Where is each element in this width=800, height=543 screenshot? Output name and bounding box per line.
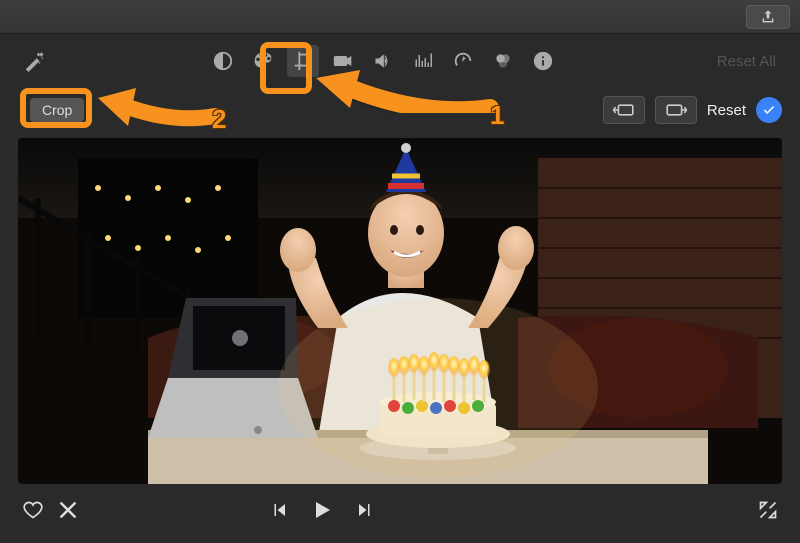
x-icon[interactable] — [58, 500, 78, 520]
camera-icon[interactable] — [327, 45, 359, 77]
play-icon[interactable] — [310, 498, 334, 522]
contrast-icon[interactable] — [207, 45, 239, 77]
rotate-ccw-button[interactable] — [603, 96, 645, 124]
speedometer-icon[interactable] — [447, 45, 479, 77]
palette-icon[interactable] — [247, 45, 279, 77]
apply-checkmark-button[interactable] — [756, 97, 782, 123]
circles-icon[interactable] — [487, 45, 519, 77]
rotate-cw-button[interactable] — [655, 96, 697, 124]
crop-icon[interactable] — [287, 45, 319, 77]
crop-button[interactable]: Crop — [30, 98, 84, 122]
reset-all-button: Reset All — [717, 53, 782, 70]
next-icon[interactable] — [356, 501, 374, 519]
video-preview[interactable] — [18, 138, 782, 484]
previous-icon[interactable] — [270, 501, 288, 519]
speaker-icon[interactable] — [367, 45, 399, 77]
magic-wand-icon[interactable] — [18, 45, 50, 77]
reset-button[interactable]: Reset — [707, 102, 746, 119]
share-button[interactable] — [746, 5, 790, 29]
heart-icon[interactable] — [22, 500, 44, 520]
equalizer-icon[interactable] — [407, 45, 439, 77]
expand-icon[interactable] — [758, 500, 778, 520]
info-icon[interactable] — [527, 45, 559, 77]
